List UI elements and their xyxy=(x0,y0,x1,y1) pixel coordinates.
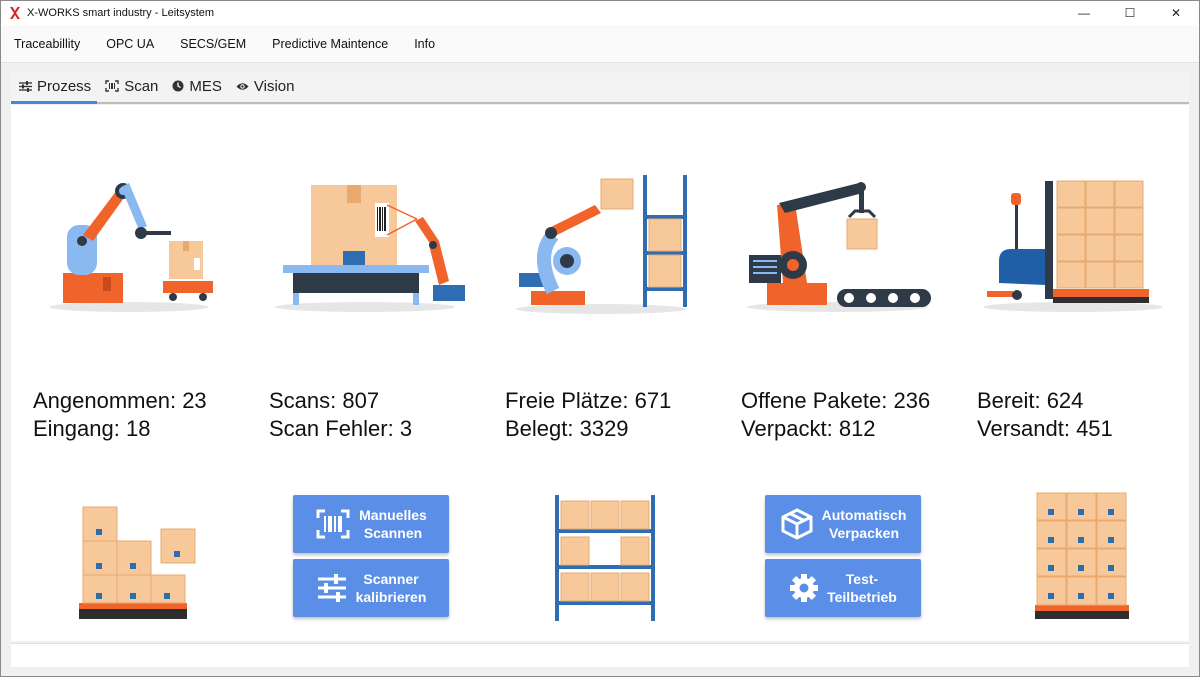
auto-pack-label: Automatisch Verpacken xyxy=(821,507,907,541)
tab-scan[interactable]: Scan xyxy=(97,70,164,102)
process-panel: Angenommen: 23 Eingang: 18 Scans: 807 Sc… xyxy=(11,105,1189,641)
scan-error-count: Scan Fehler: 3 xyxy=(269,416,413,441)
sliders-icon xyxy=(19,81,32,92)
minimize-button[interactable]: — xyxy=(1061,1,1107,25)
incoming-count: Eingang: 18 xyxy=(33,416,151,441)
conveyor-scanner-illustration xyxy=(275,185,465,312)
tab-label: Scan xyxy=(124,77,159,95)
full-pallet-illustration xyxy=(1035,492,1129,619)
robot-arm-agv-illustration xyxy=(49,183,213,312)
menu-item-traceability[interactable]: Traceabillity xyxy=(14,37,80,51)
test-run-label: Test- Teilbetrieb xyxy=(827,571,897,605)
accepted-count: Angenommen: 23 xyxy=(33,388,207,413)
occupied-count: Belegt: 3329 xyxy=(505,416,629,441)
tab-mes[interactable]: MES xyxy=(164,70,228,102)
test-run-button[interactable]: Test- Teilbetrieb xyxy=(765,559,921,617)
eye-icon xyxy=(236,82,249,90)
tab-prozess[interactable]: Prozess xyxy=(11,72,98,104)
free-slots-count: Freie Plätze: 671 xyxy=(505,388,672,413)
menu-bar: Traceabillity OPC UA SECS/GEM Predictive… xyxy=(1,25,1199,63)
manual-scan-button[interactable]: Manuelles Scannen xyxy=(293,495,449,553)
forklift-pallet-illustration xyxy=(983,180,1163,312)
auto-pack-button[interactable]: Automatisch Verpacken xyxy=(765,495,921,553)
ready-count: Bereit: 624 xyxy=(977,388,1084,413)
clock-icon xyxy=(172,80,184,92)
maximize-button[interactable]: ☐ xyxy=(1107,1,1153,25)
station-shipping: Bereit: 624 Versandt: 451 xyxy=(955,105,1191,641)
close-button[interactable]: ✕ xyxy=(1153,1,1199,25)
app-window: X-WORKS smart industry - Leitsystem — ☐ … xyxy=(0,0,1200,677)
tab-bar: Prozess Scan MES Vision xyxy=(11,71,1189,104)
title-bar: X-WORKS smart industry - Leitsystem — ☐ … xyxy=(1,1,1199,25)
gear-icon xyxy=(790,574,819,602)
window-title: X-WORKS smart industry - Leitsystem xyxy=(27,7,215,19)
station-storage: Freie Plätze: 671 Belegt: 3329 xyxy=(483,105,719,641)
open-packages-count: Offene Pakete: 236 xyxy=(741,388,931,413)
station-receiving: Angenommen: 23 Eingang: 18 xyxy=(11,105,247,641)
packed-count: Verpackt: 812 xyxy=(741,416,876,441)
tab-vision[interactable]: Vision xyxy=(228,70,301,102)
package-box-icon xyxy=(781,508,813,540)
barcode-scan-icon xyxy=(316,509,350,539)
sliders-icon xyxy=(317,574,346,602)
station-scanning: Scans: 807 Scan Fehler: 3 Manuelles Scan… xyxy=(247,105,483,641)
tab-label: Prozess xyxy=(37,78,92,95)
menu-item-secs-gem[interactable]: SECS/GEM xyxy=(180,37,246,51)
manual-scan-label: Manuelles Scannen xyxy=(359,507,427,541)
status-panel xyxy=(11,643,1189,667)
stacked-boxes-illustration xyxy=(79,506,196,619)
tab-label: Vision xyxy=(253,77,295,95)
calibrate-scanner-label: Scanner kalibrieren xyxy=(355,571,427,605)
robot-shelf-illustration xyxy=(516,175,687,314)
app-logo-icon xyxy=(9,6,21,20)
scan-count: Scans: 807 xyxy=(269,388,380,413)
menu-item-predictive-maintenance[interactable]: Predictive Maintence xyxy=(272,37,388,51)
menu-item-opc-ua[interactable]: OPC UA xyxy=(106,37,154,51)
menu-item-info[interactable]: Info xyxy=(414,37,435,51)
robot-packaging-illustration xyxy=(747,182,931,312)
tab-label: MES xyxy=(189,77,222,95)
calibrate-scanner-button[interactable]: Scanner kalibrieren xyxy=(293,559,449,617)
shelf-rack-illustration xyxy=(555,495,655,621)
station-packaging: Offene Pakete: 236 Verpackt: 812 Automat… xyxy=(719,105,955,641)
shipped-count: Versandt: 451 xyxy=(977,416,1113,441)
barcode-scan-icon xyxy=(105,80,119,92)
